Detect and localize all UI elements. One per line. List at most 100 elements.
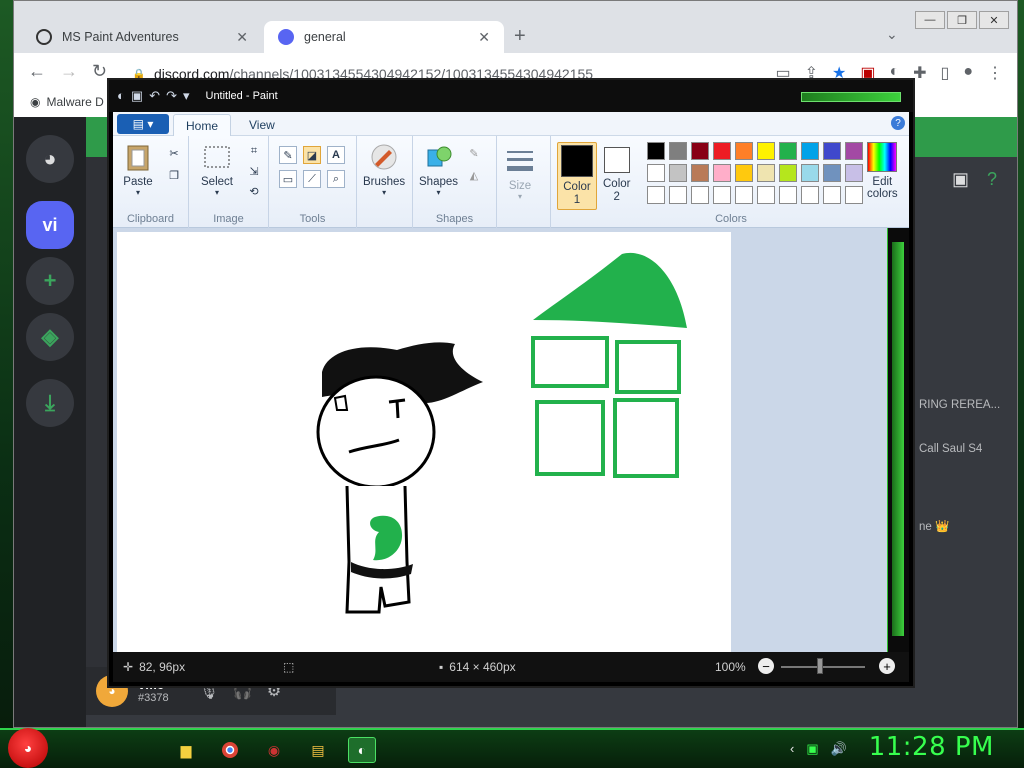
palette-swatch[interactable] xyxy=(669,164,687,182)
add-server-icon[interactable]: + xyxy=(26,257,74,305)
volume-icon[interactable]: 🔊 xyxy=(831,741,847,757)
palette-swatch[interactable] xyxy=(713,186,731,204)
save-icon[interactable]: ▣ xyxy=(131,88,143,104)
magnifier-icon[interactable]: ⌕ xyxy=(327,170,345,188)
outline-icon[interactable]: ✎ xyxy=(465,144,483,162)
palette-swatch[interactable] xyxy=(801,186,819,204)
palette-swatch[interactable] xyxy=(757,186,775,204)
palette-swatch[interactable] xyxy=(823,164,841,182)
cut-icon[interactable]: ✂ xyxy=(165,144,183,162)
palette-swatch[interactable] xyxy=(691,186,709,204)
palette-swatch[interactable] xyxy=(845,142,863,160)
profile-icon[interactable]: ● xyxy=(963,63,973,83)
new-tab-button[interactable]: + xyxy=(514,25,526,48)
select-button[interactable]: Select ▾ xyxy=(201,142,233,197)
palette-swatch[interactable] xyxy=(779,164,797,182)
tab-general[interactable]: general ✕ xyxy=(264,21,504,53)
file-explorer-icon[interactable]: ▆ xyxy=(172,737,200,763)
copy-icon[interactable]: ❐ xyxy=(165,166,183,184)
fill-icon[interactable]: ◭ xyxy=(465,166,483,184)
palette-swatch[interactable] xyxy=(757,142,775,160)
palette-swatch[interactable] xyxy=(779,142,797,160)
fill-bucket-icon[interactable]: ◪ xyxy=(303,146,321,164)
zoom-in-button[interactable]: + xyxy=(879,658,895,674)
show-hidden-icons[interactable]: ‹ xyxy=(790,741,794,757)
edit-colors-button[interactable]: Edit colors xyxy=(867,142,898,200)
paint-taskbar-icon[interactable]: ◐ xyxy=(348,737,376,763)
palette-swatch[interactable] xyxy=(845,186,863,204)
tab-close-icon[interactable]: ✕ xyxy=(478,29,490,46)
taskbar-clock[interactable]: 11:28 PM xyxy=(869,732,994,762)
palette-swatch[interactable] xyxy=(845,164,863,182)
tab-home[interactable]: Home xyxy=(173,114,232,136)
bookmark-item[interactable]: ◉ Malware D xyxy=(30,95,104,109)
tab-ms-paint-adventures[interactable]: MS Paint Adventures ✕ xyxy=(22,21,262,53)
paste-button[interactable]: Paste ▾ xyxy=(123,142,153,197)
help-icon[interactable]: ? xyxy=(891,116,905,130)
palette-swatch[interactable] xyxy=(823,186,841,204)
vertical-scrollbar[interactable] xyxy=(887,228,909,652)
inbox-icon[interactable]: ▣ xyxy=(952,169,969,190)
pencil-icon[interactable]: ✎ xyxy=(279,146,297,164)
palette-swatch[interactable] xyxy=(647,164,665,182)
palette-swatch[interactable] xyxy=(735,164,753,182)
resize-icon[interactable]: ⇲ xyxy=(245,162,263,180)
drawing-canvas[interactable] xyxy=(117,232,731,652)
zoom-slider-track[interactable] xyxy=(781,666,865,668)
zoom-out-button[interactable]: − xyxy=(758,658,774,674)
palette-swatch[interactable] xyxy=(823,142,841,160)
color-picker-icon[interactable]: ⟋ xyxy=(303,170,321,188)
palette-swatch[interactable] xyxy=(779,186,797,204)
customize-qat-icon[interactable]: ▾ xyxy=(183,88,190,104)
file-menu-button[interactable]: ▤ ▾ xyxy=(117,114,169,134)
tab-close-icon[interactable]: ✕ xyxy=(236,29,248,46)
maximize-button[interactable]: ❐ xyxy=(947,11,977,29)
color1-button[interactable]: Color 1 xyxy=(557,142,597,210)
menu-kebab-icon[interactable]: ⋮ xyxy=(987,63,1003,83)
palette-swatch[interactable] xyxy=(669,142,687,160)
server-vi[interactable]: vi xyxy=(26,201,74,249)
chrome-icon[interactable] xyxy=(216,737,244,763)
color2-button[interactable]: Color 2 xyxy=(603,144,630,204)
eraser-icon[interactable]: ▭ xyxy=(279,170,297,188)
discord-home-icon[interactable]: ◕ xyxy=(26,135,74,183)
brushes-button[interactable]: Brushes ▾ xyxy=(363,142,405,197)
text-tool-icon[interactable]: A xyxy=(327,146,345,164)
forward-icon[interactable]: → xyxy=(60,61,78,82)
rotate-icon[interactable]: ⟲ xyxy=(245,182,263,200)
palette-swatch[interactable] xyxy=(713,142,731,160)
help-icon[interactable]: ? xyxy=(987,169,997,190)
tab-view[interactable]: View xyxy=(237,114,287,136)
palette-swatch[interactable] xyxy=(735,186,753,204)
shapes-button[interactable]: Shapes ▾ xyxy=(419,142,458,197)
network-icon[interactable]: ▣ xyxy=(806,741,818,757)
palette-swatch[interactable] xyxy=(801,164,819,182)
palette-swatch[interactable] xyxy=(801,142,819,160)
extensions-puzzle-icon[interactable]: ✚ xyxy=(913,63,926,83)
start-button[interactable]: ◕ xyxy=(8,728,48,768)
app-icon[interactable]: ◉ xyxy=(260,737,288,763)
palette-swatch[interactable] xyxy=(669,186,687,204)
palette-swatch[interactable] xyxy=(691,142,709,160)
size-button[interactable]: Size ▾ xyxy=(505,146,535,201)
palette-swatch[interactable] xyxy=(691,164,709,182)
palette-swatch[interactable] xyxy=(757,164,775,182)
palette-swatch[interactable] xyxy=(713,164,731,182)
tab-search-icon[interactable]: ⌄ xyxy=(886,26,898,43)
explore-servers-icon[interactable]: ◈ xyxy=(26,313,74,361)
close-window-button[interactable]: ✕ xyxy=(979,11,1009,29)
undo-icon[interactable]: ↶ xyxy=(149,88,160,104)
back-icon[interactable]: ← xyxy=(28,61,46,82)
scroll-thumb[interactable] xyxy=(892,242,904,636)
palette-swatch[interactable] xyxy=(647,142,665,160)
download-apps-icon[interactable]: ⤓ xyxy=(26,379,74,427)
redo-icon[interactable]: ↷ xyxy=(166,88,177,104)
notes-icon[interactable]: ▤ xyxy=(304,737,332,763)
crop-icon[interactable]: ⌗ xyxy=(245,142,263,160)
palette-swatch[interactable] xyxy=(735,142,753,160)
palette-swatch[interactable] xyxy=(647,186,665,204)
reload-icon[interactable]: ↻ xyxy=(92,61,107,82)
zoom-slider-handle[interactable] xyxy=(817,658,823,674)
side-panel-icon[interactable]: ▯ xyxy=(941,63,950,83)
minimize-button[interactable]: — xyxy=(915,11,945,29)
